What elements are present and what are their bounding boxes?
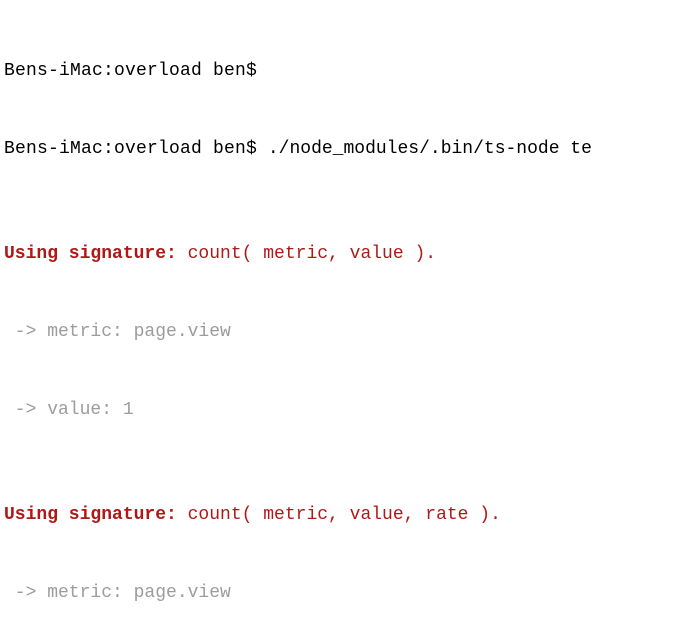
command-text: ./node_modules/.bin/ts-node te [268,139,592,159]
signature-label: Using signature: [4,244,177,264]
prompt-line-command[interactable]: Bens-iMac:overload ben$ ./node_modules/.… [4,136,696,162]
signature-line: Using signature: count( metric, value, r… [4,502,696,528]
signature-label: Using signature: [4,505,177,525]
signature-line: Using signature: count( metric, value ). [4,241,696,267]
detail-line: -> value: 1 [4,397,696,423]
detail-line: -> metric: page.view [4,319,696,345]
shell-prompt: Bens-iMac:overload ben$ [4,139,257,159]
command-text [257,139,268,159]
signature-args: count( metric, value ). [177,244,436,264]
prompt-line-empty[interactable]: Bens-iMac:overload ben$ [4,58,696,84]
detail-line: -> metric: page.view [4,580,696,606]
terminal-output: Bens-iMac:overload ben$ Bens-iMac:overlo… [0,0,700,635]
shell-prompt: Bens-iMac:overload ben$ [4,61,257,81]
signature-args: count( metric, value, rate ). [177,505,501,525]
